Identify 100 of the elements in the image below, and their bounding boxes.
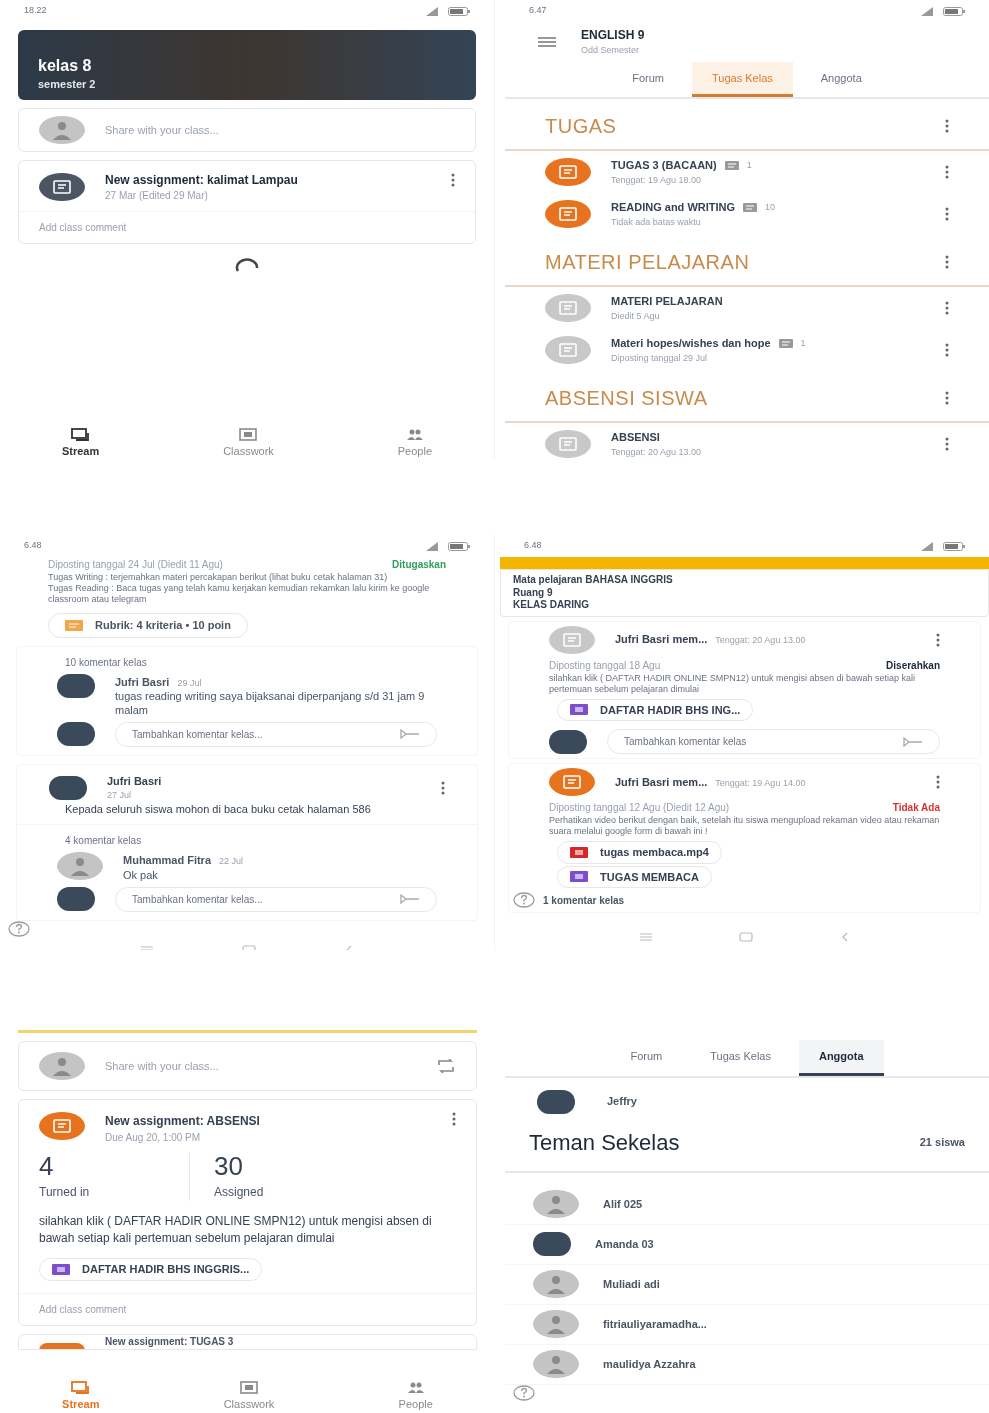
tab[interactable]: Anggota bbox=[800, 61, 882, 97]
comment-author: Muhammad Fitra bbox=[123, 853, 211, 869]
battery-icon bbox=[943, 6, 965, 16]
comment-count: 1 komentar kelas bbox=[543, 893, 625, 908]
comment-author: Jufri Basri bbox=[115, 674, 170, 690]
stream-icon bbox=[69, 426, 92, 442]
menu-icon[interactable] bbox=[537, 35, 557, 48]
posted-date: Diposting tanggal 24 Jul (Diedit 11 Agu) bbox=[48, 558, 223, 572]
member-row[interactable]: Amanda 03 bbox=[505, 1224, 989, 1265]
more-icon[interactable] bbox=[945, 301, 949, 315]
section-heading: MATERI PELAJARAN bbox=[545, 250, 750, 275]
home-square-icon[interactable] bbox=[739, 932, 754, 942]
member-name: Amanda 03 bbox=[595, 1236, 654, 1252]
member-name: Alif 025 bbox=[603, 1196, 643, 1212]
member-name: maulidya Azzahra bbox=[603, 1356, 696, 1372]
status-time: 6.48 bbox=[24, 539, 42, 553]
classwork-item[interactable]: TUGAS 3 (BACAAN) 1 Tenggat: 19 Agu 18.00 bbox=[505, 151, 989, 193]
assignment-status: Diserahkan bbox=[886, 658, 940, 673]
more-icon[interactable] bbox=[936, 632, 940, 647]
battery-icon bbox=[448, 6, 470, 16]
item-subtitle: Diedit 5 Agu bbox=[611, 309, 661, 323]
form-file-icon bbox=[570, 704, 588, 716]
help-icon[interactable] bbox=[8, 920, 30, 937]
share-placeholder: Share with your class... bbox=[105, 1058, 220, 1074]
photo-placeholder bbox=[549, 729, 587, 754]
item-title: TUGAS 3 (BACAAN) bbox=[611, 158, 717, 173]
post-text: silahkan klik ( DAFTAR HADIR ONLINE SMPN12) untuk mengisi absen di bawah setiap kali pertemuan sebelum pelajaran dimulai bbox=[38, 1213, 433, 1246]
member-row[interactable]: Muliadi adi bbox=[505, 1264, 989, 1305]
member-row[interactable]: fitriauliyaramadha... bbox=[505, 1304, 989, 1345]
comment-icon bbox=[724, 160, 739, 170]
avatar-icon bbox=[533, 1310, 579, 1338]
more-icon[interactable] bbox=[936, 775, 940, 789]
comment-count: 1 bbox=[746, 158, 752, 172]
nav-tab[interactable]: Stream bbox=[49, 426, 112, 460]
send-icon[interactable] bbox=[400, 894, 420, 904]
more-icon[interactable] bbox=[452, 1112, 456, 1126]
member-row[interactable]: Alif 025 bbox=[505, 1184, 989, 1225]
member-count: 21 siswa bbox=[919, 1134, 965, 1150]
assignment-status: Ditugaskan bbox=[392, 558, 446, 572]
repost-icon[interactable] bbox=[436, 1059, 456, 1073]
signal-icon bbox=[426, 6, 440, 16]
more-icon[interactable] bbox=[945, 207, 949, 221]
assignment-status: Tidak Ada bbox=[892, 801, 940, 815]
teacher-row[interactable]: Jeffry bbox=[505, 1077, 989, 1126]
class-info-text: KELAS DARING bbox=[513, 599, 591, 612]
photo-placeholder bbox=[57, 673, 95, 698]
classwork-item[interactable]: MATERI PELAJARAN Diedit 5 Agu bbox=[505, 287, 989, 329]
more-icon[interactable] bbox=[945, 165, 949, 179]
classwork-item[interactable]: READING and WRITING 10 Tidak ada batas waktu bbox=[505, 193, 989, 235]
tab[interactable]: Anggota bbox=[798, 1040, 884, 1076]
section-heading: Teman Sekelas bbox=[529, 1128, 680, 1157]
nav-tab[interactable]: Classwork bbox=[211, 1379, 287, 1413]
stat-value: 4 bbox=[39, 1153, 55, 1179]
posted-date: Diposting tanggal 12 Agu (Diedit 12 Agu) bbox=[549, 801, 730, 815]
status-time: 18.22 bbox=[24, 4, 47, 18]
more-icon[interactable] bbox=[945, 343, 949, 357]
send-icon[interactable] bbox=[903, 736, 923, 747]
member-row[interactable]: maulidya Azzahra bbox=[505, 1344, 989, 1385]
photo-placeholder bbox=[533, 1232, 571, 1256]
tab[interactable]: Tugas Kelas bbox=[690, 1040, 791, 1076]
comment-text: tugas reading writing saya bijaksanai diperpanjang s/d 31 jam 9 malam bbox=[115, 690, 426, 718]
more-icon[interactable] bbox=[451, 173, 455, 187]
class-info-text: Ruang 9 bbox=[513, 586, 554, 599]
classwork-item[interactable]: ABSENSI Tenggat: 20 Agu 13.00 bbox=[505, 423, 989, 460]
course-subtitle: Odd Semester bbox=[581, 44, 641, 57]
more-icon[interactable] bbox=[945, 437, 949, 451]
more-icon[interactable] bbox=[945, 391, 949, 405]
classwork-item[interactable]: Materi hopes/wishes dan hope 1 Diposting tanggal 29 Jul bbox=[505, 329, 989, 371]
item-subtitle: Tenggat: 19 Agu 18.00 bbox=[611, 173, 703, 187]
nav-tab[interactable]: Classwork bbox=[211, 426, 286, 460]
assignment-icon bbox=[545, 200, 591, 228]
comment-date: 22 Jul bbox=[219, 855, 244, 869]
more-icon[interactable] bbox=[945, 255, 949, 269]
clipboard-icon bbox=[237, 426, 260, 442]
battery-icon bbox=[448, 541, 470, 551]
document-icon bbox=[545, 336, 591, 364]
assignment-icon bbox=[39, 1112, 85, 1140]
post-text: Kepada seluruh siswa mohon di baca buku cetak halaman 586 bbox=[17, 802, 477, 826]
avatar-icon bbox=[533, 1270, 579, 1298]
post-date: 27 Jul bbox=[107, 789, 133, 802]
help-icon[interactable] bbox=[513, 1384, 535, 1401]
document-icon bbox=[545, 430, 591, 458]
help-icon[interactable] bbox=[513, 892, 535, 908]
class-subtitle: semester 2 bbox=[38, 76, 97, 92]
item-title: Materi hopes/wishes dan hope bbox=[611, 336, 771, 351]
nav-tab[interactable]: People bbox=[385, 426, 444, 460]
send-icon[interactable] bbox=[400, 729, 420, 739]
tab[interactable]: Forum bbox=[612, 61, 684, 97]
post-title: Jufri Basri mem... bbox=[615, 774, 708, 790]
avatar-icon bbox=[533, 1190, 579, 1218]
author-name: Jufri Basri bbox=[107, 773, 163, 789]
item-subtitle: Tenggat: 20 Agu 13.00 bbox=[611, 445, 703, 459]
item-subtitle: Diposting tanggal 29 Jul bbox=[611, 351, 709, 365]
due-date: Tenggat: 20 Agu 13.00 bbox=[715, 634, 806, 648]
document-icon bbox=[545, 294, 591, 322]
nav-tab[interactable]: People bbox=[386, 1379, 445, 1413]
more-icon[interactable] bbox=[945, 119, 949, 133]
tab[interactable]: Forum bbox=[610, 1040, 683, 1076]
more-icon[interactable] bbox=[441, 780, 445, 795]
form-file-icon bbox=[570, 871, 588, 883]
